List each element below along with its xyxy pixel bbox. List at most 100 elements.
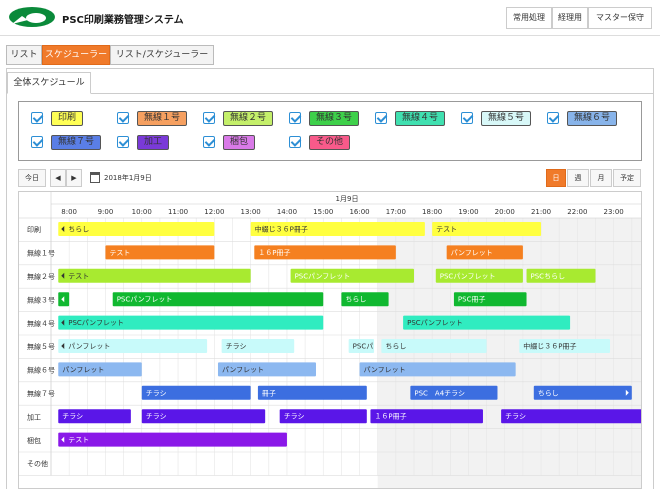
schedule-event[interactable]: ちらし [381,339,487,353]
event-label: パンフレット [62,366,104,374]
event-label: PSCパンフレット [407,319,463,327]
schedule-event[interactable]: PSCパンフレット [112,292,324,307]
prev-button[interactable]: ◀ [50,169,66,187]
schedule-event[interactable]: チラシ [141,409,266,424]
today-button[interactable]: 今日 [18,169,46,187]
event-label: PSCパンフレット [295,272,351,280]
filter-label-8[interactable]: 加工 [137,135,170,150]
current-date[interactable]: 2018年1月9日 [104,173,152,183]
event-label: １６P冊子 [258,249,290,257]
schedule-event[interactable]: PSCパンフレット [403,315,571,330]
view-day-button[interactable]: 日 [546,169,566,187]
tab-list-scheduler[interactable]: リスト/スケジューラー [110,45,214,65]
filter-checkbox-10[interactable] [289,136,301,148]
scheduler-toolbar: 今日 ◀ ▶ 2018年1月9日 日 週 月 予定 [18,169,642,189]
filter-label-0[interactable]: 印刷 [51,111,84,126]
filter-checkbox-3[interactable] [289,112,301,124]
schedule-event[interactable]: テスト [58,268,251,283]
filter-checkbox-9[interactable] [203,136,215,148]
schedule-event[interactable]: チラシ [58,409,131,424]
schedule-event[interactable]: パンフレット [446,245,523,260]
filter-label-10[interactable]: その他 [309,135,351,150]
filter-label-7[interactable]: 無線７号 [51,135,102,150]
event-label: PSCパンフレット [68,319,124,327]
schedule-event[interactable]: ちらし [533,385,632,400]
event-label: ちらし [345,296,366,304]
filter-label-9[interactable]: 梱包 [223,135,256,150]
schedule-event[interactable]: 中綴じ３６P冊子 [519,339,611,353]
filter-checkbox-0[interactable] [31,112,43,124]
schedule-event[interactable]: PSCパンフレット [435,268,523,283]
schedule-event[interactable]: PSCパンフレット [290,268,414,283]
filter-label-2[interactable]: 無線２号 [223,111,274,126]
app-header: PSC印刷業務管理システム 常用処理 経理用 マスター保守 [0,0,660,36]
schedule-event[interactable]: ちらし [58,222,215,236]
filter-checkbox-8[interactable] [117,136,129,148]
hour-label: 18:00 [422,208,442,216]
accounting-button[interactable]: 経理用 [552,7,588,29]
hour-label: 19:00 [458,208,478,216]
schedule-event[interactable] [58,292,70,307]
schedule-event[interactable]: パンフレット [58,339,208,353]
hour-label: 13:00 [241,208,261,216]
schedule-event[interactable]: チラシ [279,409,367,424]
event-label: ちらし [385,343,406,351]
schedule-event[interactable]: 中綴じ３６P冊子 [250,222,425,236]
daily-processing-button[interactable]: 常用処理 [506,7,552,29]
psc-logo-icon [9,7,55,27]
tab-all-schedule[interactable]: 全体スケジュール [7,72,91,94]
schedule-event[interactable]: テスト [432,222,542,236]
filter-label-6[interactable]: 無線６号 [567,111,618,126]
event-label: 冊子 [262,389,276,397]
event-bar[interactable] [58,432,287,447]
filter-label-5[interactable]: 無線５号 [481,111,532,126]
resource-filter-box: 印刷 無線１号 無線２号 無線３号 無線４号 無線５号 無線６号無線７号 加工 梱包 その他 [18,101,642,161]
hour-label: 21:00 [531,208,551,216]
view-month-button[interactable]: 月 [590,169,612,187]
schedule-event[interactable]: テスト [58,432,287,447]
schedule-event[interactable]: １６P冊子 [254,245,396,260]
resource-label: 印刷 [27,226,41,234]
schedule-event[interactable]: パンフレット [359,362,516,377]
scheduler-grid: 1月9日 8:00 9:00 10:00 11:00 12:00 13:00 14:00 15:… [18,191,642,489]
schedule-event[interactable]: PSC冊子 [453,292,527,307]
hour-label: 15:00 [313,208,333,216]
master-maintenance-button[interactable]: マスター保守 [588,7,652,29]
schedule-event[interactable]: PSC A4チラシ [410,385,498,400]
schedule-event[interactable]: チラシ [501,409,642,424]
event-label: チラシ [226,343,247,351]
schedule-event[interactable]: PSCちらし [526,268,596,283]
filter-checkbox-2[interactable] [203,112,215,124]
schedule-event[interactable]: チラシ [221,339,295,353]
scheduler-canvas: 1月9日 8:00 9:00 10:00 11:00 12:00 13:00 14:00 15:… [19,192,642,488]
filter-label-1[interactable]: 無線１号 [137,111,188,126]
resource-label: 梱包 [27,436,41,445]
filter-checkbox-7[interactable] [31,136,43,148]
filter-checkbox-4[interactable] [375,112,387,124]
filter-checkbox-6[interactable] [547,112,559,124]
event-label: パンフレット [222,366,264,374]
date-header: 1月9日 [336,195,359,203]
schedule-event[interactable]: 冊子 [257,385,367,400]
schedule-event[interactable]: PSCパンフレット [58,315,324,330]
filter-checkbox-1[interactable] [117,112,129,124]
hour-label: 12:00 [204,208,224,216]
schedule-event[interactable]: パンフレット [58,362,142,377]
filter-label-4[interactable]: 無線４号 [395,111,446,126]
schedule-event[interactable]: PSCパ [348,339,375,353]
filter-label-3[interactable]: 無線３号 [309,111,360,126]
schedule-event[interactable]: パンフレット [217,362,316,377]
tab-scheduler[interactable]: スケジューラー [42,45,110,65]
schedule-event[interactable]: １６P冊子 [370,409,483,424]
view-agenda-button[interactable]: 予定 [613,169,641,187]
next-button[interactable]: ▶ [66,169,82,187]
filter-checkbox-5[interactable] [461,112,473,124]
schedule-event[interactable]: ちらし [341,292,389,307]
schedule-event[interactable]: チラシ [141,385,251,400]
hour-label: 9:00 [98,208,114,216]
tab-list[interactable]: リスト [6,45,42,65]
view-week-button[interactable]: 週 [567,169,589,187]
calendar-icon[interactable] [90,172,100,183]
schedule-event[interactable]: テスト [105,245,215,260]
event-label: ちらし [538,389,559,397]
